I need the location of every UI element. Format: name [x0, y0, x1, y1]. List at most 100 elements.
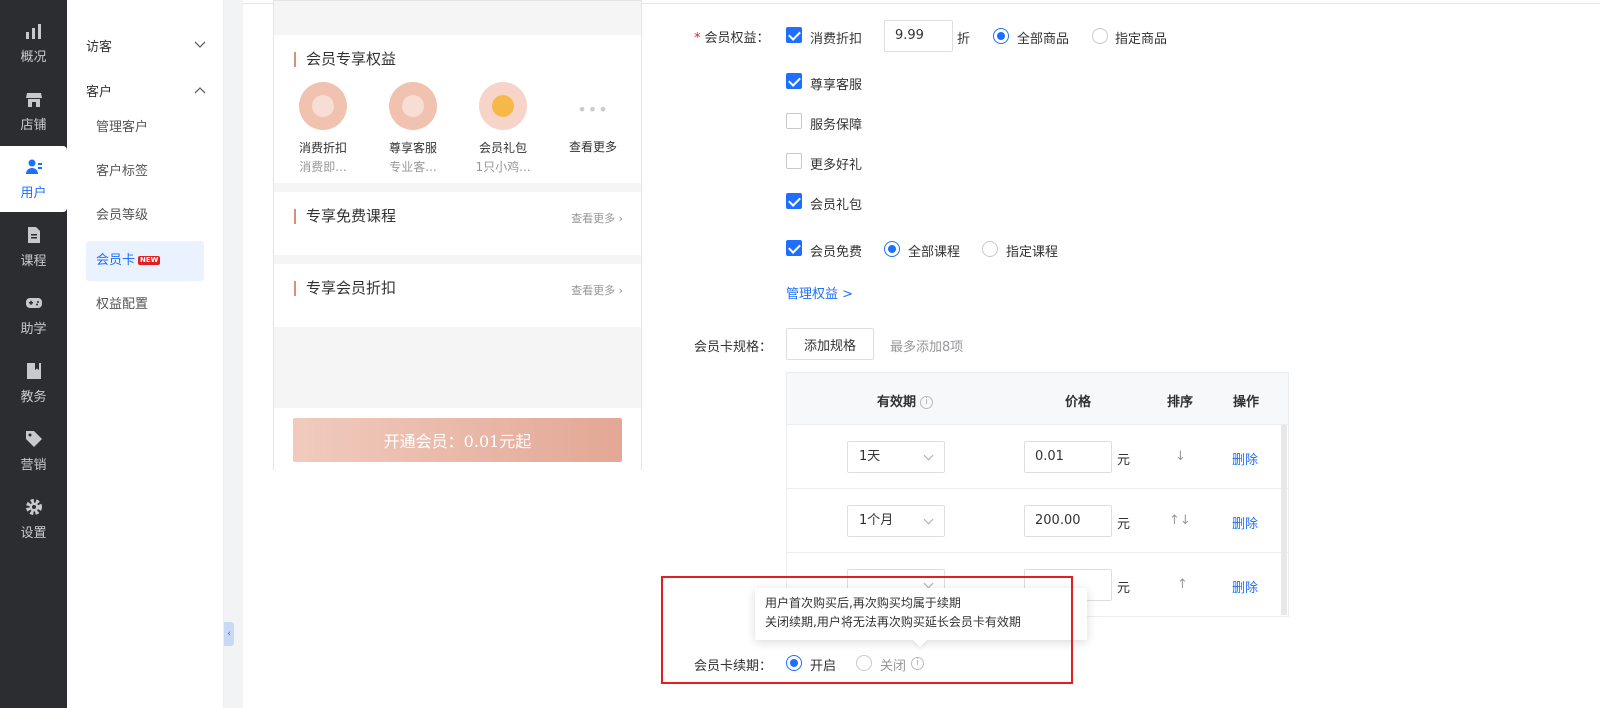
nav-item-marketing[interactable]: 营销: [0, 418, 67, 484]
free-course-title: 专享免费课程: [294, 209, 396, 224]
header-period: 有效期 i: [877, 391, 934, 410]
benefit-desc: 1只小鸡...: [475, 160, 531, 174]
member-discount-card: 专享会员折扣 查看更多 ›: [274, 264, 641, 327]
nav-label: 店铺: [20, 117, 47, 133]
nav-label: 课程: [20, 253, 47, 269]
info-icon[interactable]: i: [920, 396, 934, 409]
sort-arrows[interactable]: ↑↓: [1169, 513, 1191, 528]
document-icon: [25, 226, 43, 244]
discount-input[interactable]: 9.99: [884, 20, 953, 52]
all-courses-label: 全部课程: [908, 245, 961, 260]
subnav-item-customer-tags[interactable]: 客户标签: [86, 152, 204, 192]
gift-icon: [479, 82, 527, 130]
table-scrollbar[interactable]: [1281, 425, 1287, 615]
subnav-item-member-card[interactable]: 会员卡 NEW: [86, 241, 204, 281]
subnav-group-visitor[interactable]: 访客: [86, 36, 206, 55]
specific-goods-label: 指定商品: [1115, 32, 1168, 47]
see-more-label: 查看更多: [568, 140, 617, 154]
member-discount-title: 专享会员折扣: [294, 281, 396, 296]
discount-icon: [299, 82, 347, 130]
header-period-label: 有效期: [877, 395, 917, 410]
discount-unit: 折: [957, 32, 971, 47]
benefit-desc: 专业客...: [389, 160, 437, 174]
service-icon: [389, 82, 437, 130]
benefit-gift[interactable]: 会员礼包 1只小鸡...: [465, 82, 541, 175]
chevron-up-icon: [194, 83, 206, 98]
price-unit: 元: [1117, 581, 1131, 596]
subnav-group-label: 访客: [86, 40, 113, 55]
nav-label: 设置: [20, 525, 47, 541]
subnav-group-label: 客户: [86, 85, 113, 100]
subnav-item-manage-customers[interactable]: 管理客户: [86, 108, 204, 148]
nav-item-learning[interactable]: 助学: [0, 282, 67, 348]
subnav-item-benefit-config[interactable]: 权益配置: [86, 285, 204, 325]
benefits-label-text: 会员权益：: [704, 31, 770, 46]
all-goods-radio[interactable]: [993, 28, 1009, 44]
benefit-name: 会员礼包: [478, 141, 527, 155]
subnav-group-customer[interactable]: 客户: [86, 81, 206, 100]
vip-service-checkbox[interactable]: [786, 73, 802, 89]
benefit-name: 消费折扣: [298, 141, 347, 155]
delete-link[interactable]: 删除: [1232, 513, 1258, 532]
free-course-card: 专享免费课程 查看更多 ›: [274, 192, 641, 255]
benefits-card: 会员专享权益 消费折扣 消费即... 尊享客服 专业客... 会员礼包 1只小鸡…: [274, 35, 641, 183]
specific-courses-radio[interactable]: [982, 241, 998, 257]
price-input[interactable]: 0.01: [1024, 441, 1112, 473]
price-input[interactable]: 200.00: [1024, 505, 1112, 537]
subnav-item-label: 会员卡: [96, 253, 136, 268]
chart-icon: [25, 22, 43, 40]
nav-item-academic[interactable]: 教务: [0, 350, 67, 416]
users-icon: [25, 158, 43, 176]
header-sort: 排序: [1167, 395, 1194, 410]
delete-link[interactable]: 删除: [1232, 577, 1258, 596]
store-icon: [25, 90, 43, 108]
period-select[interactable]: 1个月: [847, 505, 945, 537]
more-link-label: 查看更多: [571, 212, 616, 225]
table-header: 有效期 i 价格 排序 操作: [787, 373, 1288, 425]
specific-goods-radio[interactable]: [1092, 28, 1108, 44]
nav-label: 教务: [20, 389, 47, 405]
service-guarantee-checkbox[interactable]: [786, 113, 802, 129]
see-more-benefits[interactable]: ••• 查看更多: [555, 100, 631, 155]
all-goods-label: 全部商品: [1017, 32, 1070, 47]
nav-item-settings[interactable]: 设置: [0, 486, 67, 552]
nav-label: 用户: [20, 185, 47, 201]
price-unit: 元: [1117, 453, 1131, 468]
period-value: 1天: [859, 449, 881, 464]
nav-label: 概况: [20, 49, 47, 65]
discount-checkbox[interactable]: [786, 27, 802, 43]
benefit-discount[interactable]: 消费折扣 消费即...: [285, 82, 361, 175]
gift-pack-checkbox[interactable]: [786, 193, 802, 209]
nav-item-courses[interactable]: 课程: [0, 214, 67, 280]
chevron-down-icon: [923, 514, 934, 525]
more-gifts-checkbox[interactable]: [786, 153, 802, 169]
highlight-box: [661, 576, 1073, 684]
gamepad-icon: [25, 294, 43, 312]
nav-item-overview[interactable]: 概况: [0, 10, 67, 76]
price-unit: 元: [1117, 517, 1131, 532]
discount-more-link[interactable]: 查看更多 ›: [571, 282, 623, 298]
sort-arrows[interactable]: ↓: [1175, 449, 1186, 464]
subnav-item-member-levels[interactable]: 会员等级: [86, 196, 204, 236]
benefit-service[interactable]: 尊享客服 专业客...: [375, 82, 451, 175]
table-row: 1天 0.01 元 ↓ 删除: [787, 425, 1288, 489]
ellipsis-icon: •••: [577, 100, 609, 119]
new-badge: NEW: [138, 256, 161, 265]
manage-benefits-link[interactable]: 管理权益 >: [786, 283, 853, 302]
table-row: 1个月 200.00 元 ↑↓ 删除: [787, 489, 1288, 553]
collapse-sidebar-button[interactable]: ‹: [224, 622, 234, 646]
header-action: 操作: [1233, 395, 1260, 410]
nav-item-users[interactable]: 用户: [0, 146, 67, 212]
nav-item-store[interactable]: 店铺: [0, 78, 67, 144]
more-gifts-label: 更多好礼: [810, 158, 863, 173]
sort-arrows[interactable]: ↑: [1177, 577, 1188, 592]
open-membership-button[interactable]: 开通会员：0.01元起: [293, 418, 622, 462]
vip-service-label: 尊享客服: [810, 78, 863, 93]
all-courses-radio[interactable]: [884, 241, 900, 257]
free-member-checkbox[interactable]: [786, 240, 802, 256]
add-spec-button[interactable]: 添加规格: [786, 328, 874, 360]
delete-link[interactable]: 删除: [1232, 449, 1258, 468]
period-select[interactable]: 1天: [847, 441, 945, 473]
member-card-preview: 会员专享权益 消费折扣 消费即... 尊享客服 专业客... 会员礼包 1只小鸡…: [273, 0, 642, 470]
free-course-more-link[interactable]: 查看更多 ›: [571, 210, 623, 226]
